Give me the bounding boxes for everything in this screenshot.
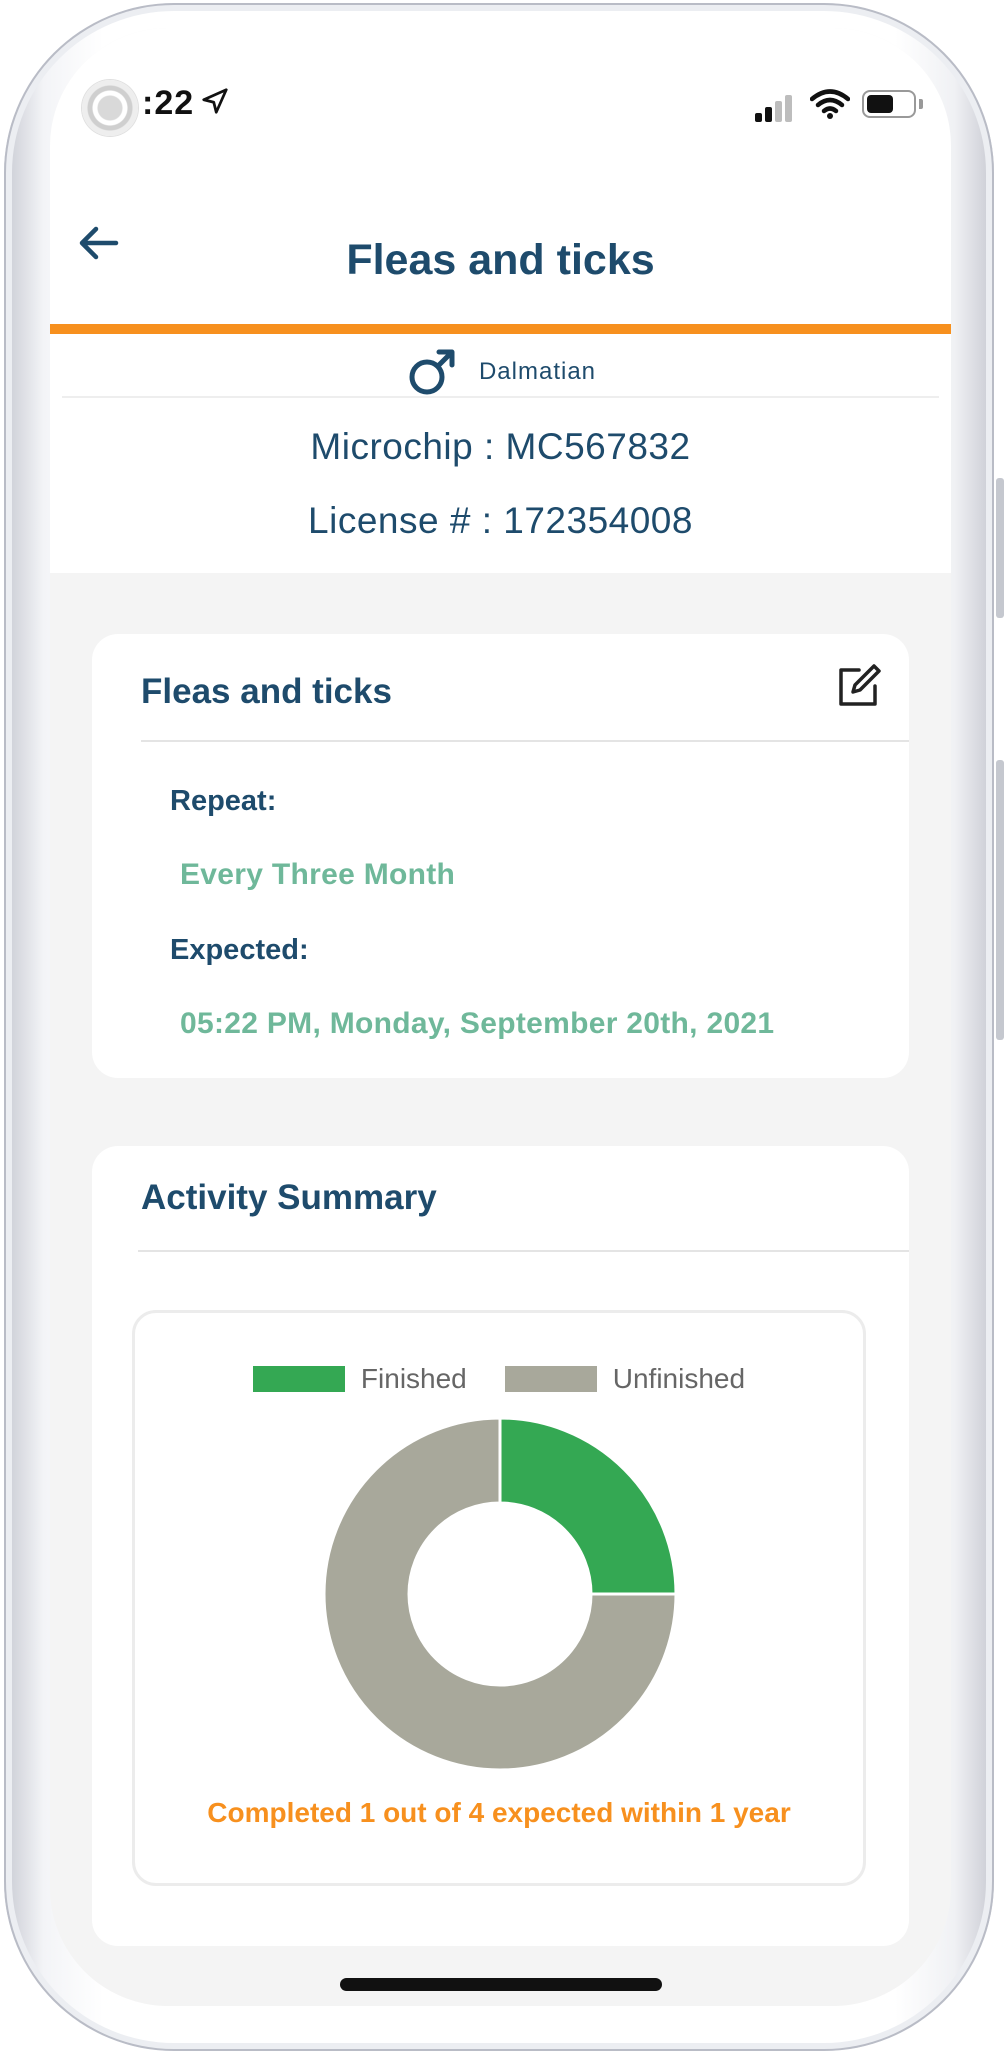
reminder-card: Fleas and ticks Repeat: Every Three Mont… [92,634,909,1078]
battery-icon [862,90,916,118]
legend-swatch-unfinished [504,1366,597,1392]
repeat-label: Repeat: [170,785,277,817]
pet-breed: Dalmatian [478,358,597,385]
activity-chart: Finished Unfinished Completed 1 out of 4… [132,1310,866,1886]
divider [62,396,939,398]
expected-value: 05:22 PM, Monday, September 20th, 2021 [180,1007,775,1040]
microchip-number: Microchip : MC567832 [310,426,691,467]
legend-swatch-finished [252,1366,345,1392]
page-title: Fleas and ticks [346,236,655,284]
chart-legend: Finished Unfinished [135,1363,863,1395]
card-divider [141,740,909,742]
cellular-signal-icon [755,94,795,122]
battery-terminal [919,99,923,109]
expected-label: Expected: [170,934,309,966]
repeat-value: Every Three Month [180,858,456,891]
legend-item-unfinished[interactable]: Unfinished [504,1363,746,1395]
license-number: License # : 172354008 [308,500,693,541]
location-arrow-icon [202,88,228,114]
activity-summary-card: Activity Summary Finished Unfinished Com… [92,1146,909,1946]
reminder-card-title: Fleas and ticks [141,672,392,711]
activity-summary-title: Activity Summary [141,1178,437,1217]
app-screen: :22 Fleas and ticks Dalmatian Microchip … [50,28,951,2006]
wifi-icon [810,89,850,119]
device-frame: :22 Fleas and ticks Dalmatian Microchip … [0,0,1006,2056]
assistive-touch-icon[interactable] [82,80,138,136]
volume-up-button [996,478,1004,618]
completion-summary: Completed 1 out of 4 expected within 1 y… [207,1797,791,1828]
home-indicator[interactable] [340,1978,662,1991]
legend-label-unfinished: Unfinished [612,1363,746,1394]
edit-icon[interactable] [833,660,885,712]
donut-slice-finished[interactable] [498,1416,678,1596]
card-divider [138,1250,909,1252]
status-time: :22 [142,84,195,122]
donut-chart [322,1416,678,1772]
header-accent-bar [50,324,951,334]
male-symbol-icon [409,349,455,395]
volume-down-button [996,760,1004,1040]
legend-item-finished[interactable]: Finished [252,1363,467,1395]
legend-label-finished: Finished [360,1363,467,1394]
